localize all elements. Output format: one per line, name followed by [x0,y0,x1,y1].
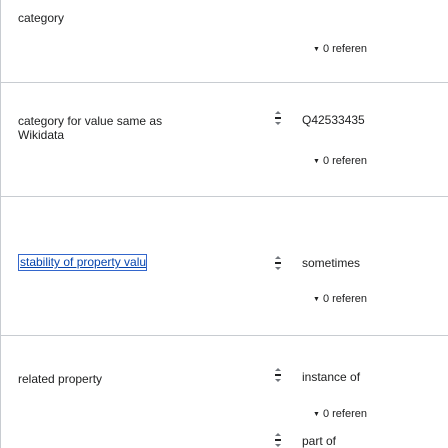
normal-rank-icon[interactable] [272,367,284,383]
statement-value[interactable]: Q42533435 [302,113,365,127]
property-link-stability[interactable]: stability of property value [18,254,147,271]
normal-rank-icon[interactable] [272,110,284,126]
chevron-down-icon: ▼ [313,158,320,165]
references-count: 0 referen [322,155,367,167]
property-label-line: Wikidata [18,128,65,142]
divider [1,82,448,83]
references-count: 0 referen [322,293,367,305]
chevron-down-icon: ▼ [313,46,320,53]
chevron-down-icon: ▼ [313,296,320,303]
references-toggle[interactable]: ▼ 0 referen [313,155,367,167]
normal-rank-icon[interactable] [272,255,284,271]
references-toggle[interactable]: ▼ 0 referen [313,293,367,305]
references-toggle[interactable]: ▼ 0 referen [313,408,367,420]
property-label-related-property[interactable]: related property [18,372,102,386]
normal-rank-icon[interactable] [272,432,284,448]
references-count: 0 referen [322,43,367,55]
statement-value[interactable]: part of [302,434,336,448]
statement-value[interactable]: sometimes [302,256,360,270]
divider [1,196,448,197]
property-label-category-same-as-wikidata[interactable]: category for value same as Wikidata [18,114,162,142]
statements-panel: category ▼ 0 referen category for value s… [0,0,448,448]
divider [1,335,448,336]
property-label-line: category for value same as [18,114,163,128]
panel-border [0,0,1,448]
chevron-down-icon: ▼ [313,411,320,418]
statement-value[interactable]: instance of [302,370,360,384]
references-count: 0 referen [322,408,367,420]
references-toggle[interactable]: ▼ 0 referen [313,43,367,55]
property-label-category[interactable]: category [18,11,64,25]
